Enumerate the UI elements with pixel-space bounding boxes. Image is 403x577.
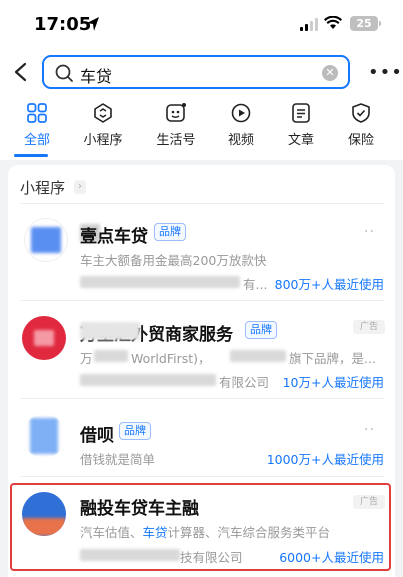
redacted-company (80, 374, 216, 386)
more-options-icon[interactable]: ••• (368, 62, 403, 83)
cellular-signal-icon (300, 18, 318, 31)
play-video-icon (231, 103, 251, 123)
tab-label: 视频 (227, 133, 254, 148)
app-description-b: WorldFirst)， (131, 351, 211, 366)
highlight-annotation-box (10, 483, 391, 571)
worldfirst-app-icon (22, 316, 66, 360)
battery-indicator: 25 (350, 16, 381, 31)
company-suffix: 有限公司 (219, 375, 270, 390)
grid-icon (27, 103, 47, 123)
divider (20, 203, 384, 204)
tab-all[interactable]: 全部 (7, 102, 67, 148)
user-count: 10万+人最近使用 (282, 375, 384, 390)
user-count: 1000万+人最近使用 (266, 452, 384, 467)
location-arrow-icon (87, 17, 99, 31)
ad-label[interactable]: 广告 (353, 320, 385, 334)
app-description: 车主大额备用金最高200万放款快 (80, 253, 267, 268)
app-description-c: 旗下品牌，是... (289, 351, 376, 366)
app-name: 借呗 (80, 426, 114, 446)
tab-article[interactable]: 文章 (271, 102, 331, 148)
divider (20, 398, 384, 399)
divider (20, 300, 384, 301)
app-description: 借钱就是简单 (80, 452, 156, 467)
tab-insurance[interactable]: 保险 (331, 102, 391, 148)
app-name: 壹点车贷 (80, 227, 148, 247)
shield-icon (352, 103, 370, 123)
company-suffix: 有... (243, 277, 268, 292)
tab-label: 全部 (23, 133, 50, 148)
brand-badge: 品牌 (119, 422, 151, 440)
jiebei-app-icon (22, 414, 66, 458)
user-count: 800万+人最近使用 (274, 277, 384, 292)
article-icon (292, 103, 310, 123)
redacted-text (94, 350, 128, 362)
car-loan-app-icon (24, 218, 68, 262)
tab-mini-program[interactable]: 小程序 (73, 102, 133, 148)
tab-life-account[interactable]: 生活号 (146, 102, 206, 148)
chevron-right-icon[interactable]: › (74, 180, 86, 194)
tab-label: 保险 (347, 133, 374, 148)
wifi-icon (324, 16, 342, 29)
clear-search-icon[interactable]: ✕ (322, 65, 338, 81)
status-time: 17:05 (34, 14, 92, 35)
brand-badge: 品牌 (154, 223, 186, 241)
redacted-text (80, 322, 140, 340)
redacted-text (230, 350, 286, 362)
tab-label: 文章 (287, 133, 314, 148)
life-account-icon (166, 103, 186, 122)
brand-badge: 品牌 (245, 321, 277, 339)
search-input[interactable]: 车贷 ✕ (42, 55, 350, 89)
active-tab-indicator (14, 154, 48, 157)
app-description-a: 万 (80, 351, 93, 366)
search-icon (55, 64, 73, 82)
divider (20, 476, 384, 477)
more-dots-icon[interactable]: ·· (364, 224, 375, 240)
section-title: 小程序 (20, 179, 66, 197)
redacted-company (80, 276, 240, 288)
more-dots-icon[interactable]: ·· (364, 422, 375, 438)
tab-label: 小程序 (83, 133, 123, 148)
back-arrow-icon[interactable] (12, 62, 30, 82)
mini-program-icon (94, 103, 112, 123)
search-query: 车贷 (80, 67, 113, 86)
tab-label: 生活号 (156, 133, 196, 148)
tab-video[interactable]: 视频 (211, 102, 271, 148)
